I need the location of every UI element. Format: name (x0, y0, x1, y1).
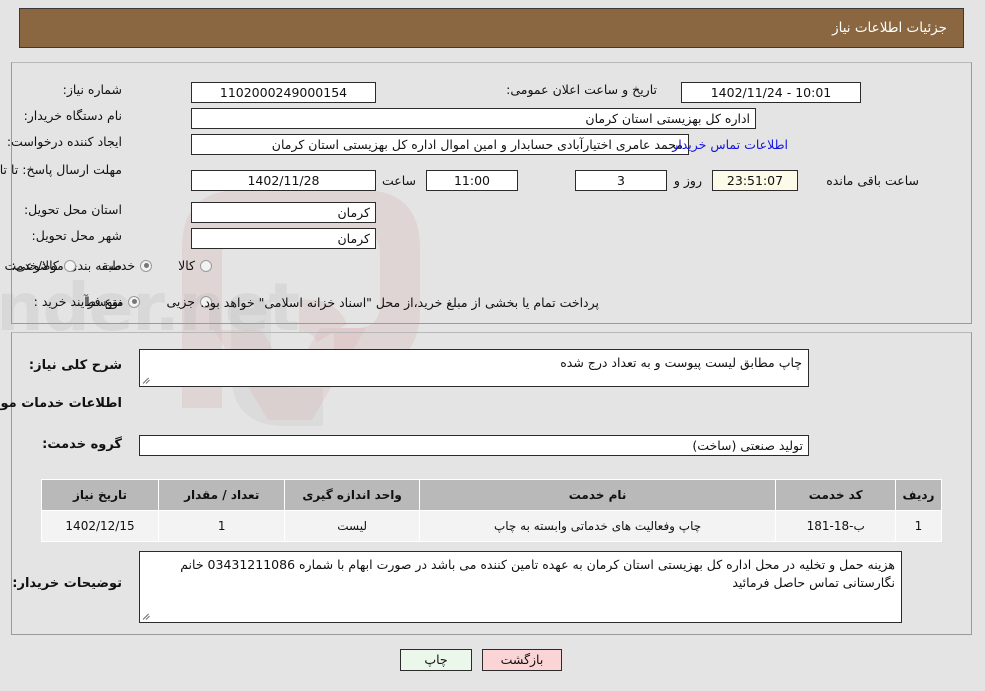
deadline-time-label: ساعت (382, 173, 417, 188)
buyer-notes-textarea[interactable]: هزینه حمل و تخلیه در محل اداره کل بهزیست… (140, 551, 903, 623)
buyer-org-label: نام دستگاه خریدار: (24, 108, 123, 123)
delivery-city-row: شهر محل تحویل: (27, 228, 123, 243)
requester-value: محمد عامری اختیارآبادی حسابدار و امین ام… (192, 134, 690, 155)
radio-icon[interactable] (201, 259, 213, 272)
description-textarea[interactable]: چاپ مطابق لیست پیوست و به تعداد درج شده (140, 349, 810, 387)
deadline-label-block: مهلت ارسال پاسخ: تا تاریخ: (0, 162, 123, 177)
requester-row: ایجاد کننده درخواست: (2, 134, 123, 149)
process-type-radio-group: جزیی متوسط (59, 294, 213, 309)
remaining-days-label: روز و (674, 173, 703, 188)
radio-icon-selected[interactable] (129, 295, 142, 308)
category-option-goods[interactable]: کالا (179, 258, 213, 273)
col-row-no: ردیف (895, 479, 944, 511)
services-section-title: اطلاعات خدمات مورد نیاز (0, 396, 123, 411)
delivery-province-row: استان محل تحویل: (19, 202, 123, 217)
delivery-province-value: کرمان (192, 202, 377, 223)
process-type-option-medium-label: متوسط (85, 294, 125, 309)
announce-datetime-label: تاریخ و ساعت اعلان عمومی: (507, 82, 658, 97)
announce-datetime-value: 10:01 - 1402/11/24 (682, 82, 862, 103)
buyer-notes-value: هزینه حمل و تخلیه در محل اداره کل بهزیست… (181, 557, 896, 590)
table-row[interactable]: 1 ب-18-181 چاپ وفعالیت های خدماتی وابسته… (41, 510, 944, 542)
buyer-org-value: اداره کل بهزیستی استان کرمان (192, 108, 757, 129)
cell-service-code: ب-18-181 (776, 510, 897, 542)
category-option-service-label: خدمت (102, 258, 137, 273)
announce-datetime-row: تاریخ و ساعت اعلان عمومی: (501, 82, 658, 97)
category-option-service[interactable]: خدمت (102, 258, 154, 273)
need-number-row: شماره نیاز: (58, 82, 123, 97)
delivery-city-label: شهر محل تحویل: (32, 228, 123, 243)
col-need-date: تاریخ نیاز (41, 479, 161, 511)
category-option-goods-service-label: کالا/خدمت (5, 258, 60, 273)
need-number-value: 1102000249000154 (192, 82, 377, 103)
process-type-option-medium[interactable]: متوسط (85, 294, 142, 309)
buyer-notes-label: توضیحات خریدار: (13, 576, 123, 591)
remaining-countdown-value: 23:51:07 (713, 170, 799, 191)
resize-grip-icon[interactable] (143, 611, 153, 621)
deadline-label: مهلت ارسال پاسخ: تا تاریخ: (0, 162, 123, 177)
radio-icon-selected[interactable] (141, 259, 154, 272)
col-service-name: نام خدمت (419, 479, 778, 511)
buyer-contact-link[interactable]: اطلاعات تماس خریدار (667, 135, 795, 155)
window-title-bar: جزئیات اطلاعات نیاز (20, 8, 965, 48)
service-group-value: تولید صنعتی (ساخت) (140, 435, 810, 456)
delivery-city-value: کرمان (192, 228, 377, 249)
delivery-province-label: استان محل تحویل: (24, 202, 123, 217)
radio-icon[interactable] (64, 259, 77, 272)
deadline-date-value: 1402/11/28 (192, 170, 377, 191)
category-option-goods-label: کالا (179, 258, 196, 273)
remaining-days-value: 3 (576, 170, 668, 191)
print-button[interactable]: چاپ (401, 649, 473, 671)
col-unit: واحد اندازه گیری (285, 479, 421, 511)
remaining-suffix-label: ساعت باقی مانده (827, 173, 920, 188)
cell-quantity: 1 (159, 510, 287, 542)
resize-grip-icon[interactable] (143, 375, 153, 385)
services-table: ردیف کد خدمت نام خدمت واحد اندازه گیری ت… (41, 479, 944, 542)
col-quantity: تعداد / مقدار (159, 479, 287, 511)
page-title: جزئیات اطلاعات نیاز (833, 20, 948, 36)
deadline-time-value: 11:00 (427, 170, 519, 191)
service-group-label: گروه خدمت: (43, 437, 123, 452)
category-radio-group: کالا خدمت کالا/خدمت (0, 258, 213, 273)
description-value: چاپ مطابق لیست پیوست و به تعداد درج شده (561, 355, 803, 370)
cell-service-name: چاپ وفعالیت های خدماتی وابسته به چاپ (419, 510, 778, 542)
process-type-note: پرداخت تمام یا بخشی از مبلغ خرید،از محل … (201, 295, 600, 310)
cell-need-date: 1402/12/15 (41, 510, 161, 542)
need-number-label: شماره نیاز: (63, 82, 123, 97)
category-option-goods-service[interactable]: کالا/خدمت (5, 258, 77, 273)
process-type-option-minor-label: جزیی (167, 294, 196, 309)
cell-unit: لیست (285, 510, 421, 542)
cell-row-no: 1 (895, 510, 944, 542)
back-button[interactable]: بازگشت (483, 649, 563, 671)
buyer-org-row: نام دستگاه خریدار: (19, 108, 123, 123)
col-service-code: کد خدمت (776, 479, 897, 511)
description-label: شرح کلی نیاز: (29, 358, 123, 373)
requester-label: ایجاد کننده درخواست: (7, 134, 123, 149)
table-header-row: ردیف کد خدمت نام خدمت واحد اندازه گیری ت… (41, 479, 944, 511)
